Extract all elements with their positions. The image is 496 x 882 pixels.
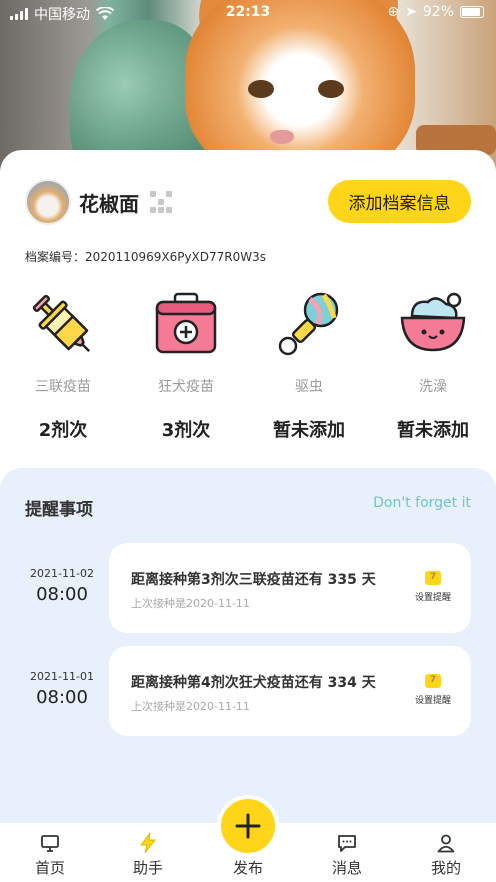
vaccine-item-kuangquan[interactable]: 狂犬疫苗 3剂次: [131, 290, 241, 442]
reminder-item: 2021-11-02 08:00 距离接种第3剂次三联疫苗还有 335 天 上次…: [0, 543, 496, 633]
tab-assistant-label: 助手: [132, 859, 163, 877]
tab-messages-label: 消息: [331, 859, 362, 877]
medical-kit-icon: [155, 292, 217, 354]
tab-messages[interactable]: 消息: [317, 831, 377, 878]
vaccine-label: 三联疫苗: [35, 379, 91, 395]
vaccine-count: 2剂次: [38, 420, 88, 441]
add-archive-info-button[interactable]: 添加档案信息: [328, 180, 471, 223]
bath-tub-icon: [400, 292, 466, 352]
battery-percent: 92%: [422, 4, 454, 20]
reminder-card[interactable]: 距离接种第4剂次狂犬疫苗还有 334 天 上次接种是2020-11-11 设置提…: [109, 646, 471, 736]
location-icon: ➤: [405, 4, 417, 20]
calendar-icon: [425, 674, 441, 688]
cat-nose: [270, 130, 294, 144]
tab-publish-label: 发布: [232, 859, 263, 877]
pet-avatar[interactable]: [25, 179, 71, 225]
qr-code-icon[interactable]: [150, 191, 172, 213]
reminder-last-date: 上次接种是2020-11-11: [131, 700, 250, 713]
reminder-text-prefix: 距离接种第3剂次三联疫苗还有: [131, 572, 323, 588]
tab-mine-label: 我的: [430, 859, 461, 877]
reminders-section: 提醒事项 Don't forget it 2021-11-02 08:00 距离…: [0, 468, 496, 828]
user-icon: [437, 834, 455, 853]
set-reminder-label: 设置提醒: [414, 696, 451, 706]
reminder-item: 2021-11-01 08:00 距离接种第4剂次狂犬疫苗还有 334 天 上次…: [0, 646, 496, 736]
calendar-icon: [425, 571, 441, 585]
vaccine-label: 洗澡: [419, 379, 447, 395]
pet-profile-card: 花椒面 添加档案信息 档案编号：2020110969X6PyXD77R0W3s …: [0, 150, 496, 490]
reminder-text-suffix: 天: [361, 675, 376, 691]
tab-publish[interactable]: 发布: [218, 855, 278, 878]
vaccine-item-bath[interactable]: 洗澡 暂未添加: [378, 290, 488, 442]
cat-eye-right: [318, 80, 344, 98]
archive-number: 档案编号：2020110969X6PyXD77R0W3s: [25, 248, 266, 265]
syringe-icon: [32, 294, 91, 353]
monitor-icon: [41, 835, 59, 852]
orientation-lock-icon: ⊕: [387, 4, 400, 20]
pet-name: 花椒面: [79, 192, 139, 216]
vaccine-item-sanlian[interactable]: 三联疫苗 2剂次: [8, 290, 118, 442]
status-right: ⊕ ➤ 92%: [387, 4, 484, 20]
vaccine-label: 狂犬疫苗: [158, 379, 214, 395]
publish-fab-button[interactable]: [217, 795, 279, 857]
set-reminder-label: 设置提醒: [414, 593, 451, 603]
bottom-tab-bar: 首页 助手 发布 消息 我的: [0, 795, 496, 882]
vaccine-label: 驱虫: [295, 379, 323, 395]
reminder-date-day: 2021-11-02: [30, 567, 94, 580]
message-icon: [338, 835, 356, 852]
set-reminder-button[interactable]: 设置提醒: [413, 674, 453, 706]
battery-icon: [460, 6, 484, 18]
tab-assistant[interactable]: 助手: [118, 831, 178, 878]
status-bar: 中国移动 22:13 ⊕ ➤ 92%: [0, 0, 496, 26]
vaccine-count: 3剂次: [161, 420, 211, 441]
reminder-date: 2021-11-01 08:00: [22, 646, 102, 708]
archive-id: 2020110969X6PyXD77R0W3s: [85, 250, 267, 264]
tab-mine[interactable]: 我的: [416, 831, 476, 878]
tab-home[interactable]: 首页: [20, 831, 80, 878]
vaccine-item-deworm[interactable]: 驱虫 暂未添加: [254, 290, 364, 442]
reminder-text: 距离接种第3剂次三联疫苗还有 335 天: [131, 569, 376, 589]
reminder-card[interactable]: 距离接种第3剂次三联疫苗还有 335 天 上次接种是2020-11-11 设置提…: [109, 543, 471, 633]
reminder-text-prefix: 距离接种第4剂次狂犬疫苗还有: [131, 675, 323, 691]
reminder-last-date: 上次接种是2020-11-11: [131, 597, 250, 610]
reminder-days: 335: [327, 572, 357, 588]
rattle-icon: [278, 292, 339, 356]
set-reminder-button[interactable]: 设置提醒: [413, 571, 453, 603]
reminder-text: 距离接种第4剂次狂犬疫苗还有 334 天: [131, 672, 376, 692]
archive-label: 档案编号：: [25, 250, 86, 264]
reminder-date-day: 2021-11-01: [30, 670, 94, 683]
lightning-icon: [140, 832, 157, 854]
vaccine-count: 暂未添加: [397, 420, 469, 441]
reminder-date-time: 08:00: [36, 584, 88, 605]
reminders-subtitle: Don't forget it: [373, 495, 471, 511]
tab-home-label: 首页: [34, 859, 65, 877]
cat-eye-left: [248, 80, 274, 98]
reminder-text-suffix: 天: [361, 572, 376, 588]
vaccine-count: 暂未添加: [273, 420, 345, 441]
reminder-date-time: 08:00: [36, 687, 88, 708]
reminder-days: 334: [327, 675, 357, 691]
reminder-date: 2021-11-02 08:00: [22, 543, 102, 605]
reminders-title: 提醒事项: [25, 500, 93, 520]
plus-icon: [235, 813, 261, 839]
